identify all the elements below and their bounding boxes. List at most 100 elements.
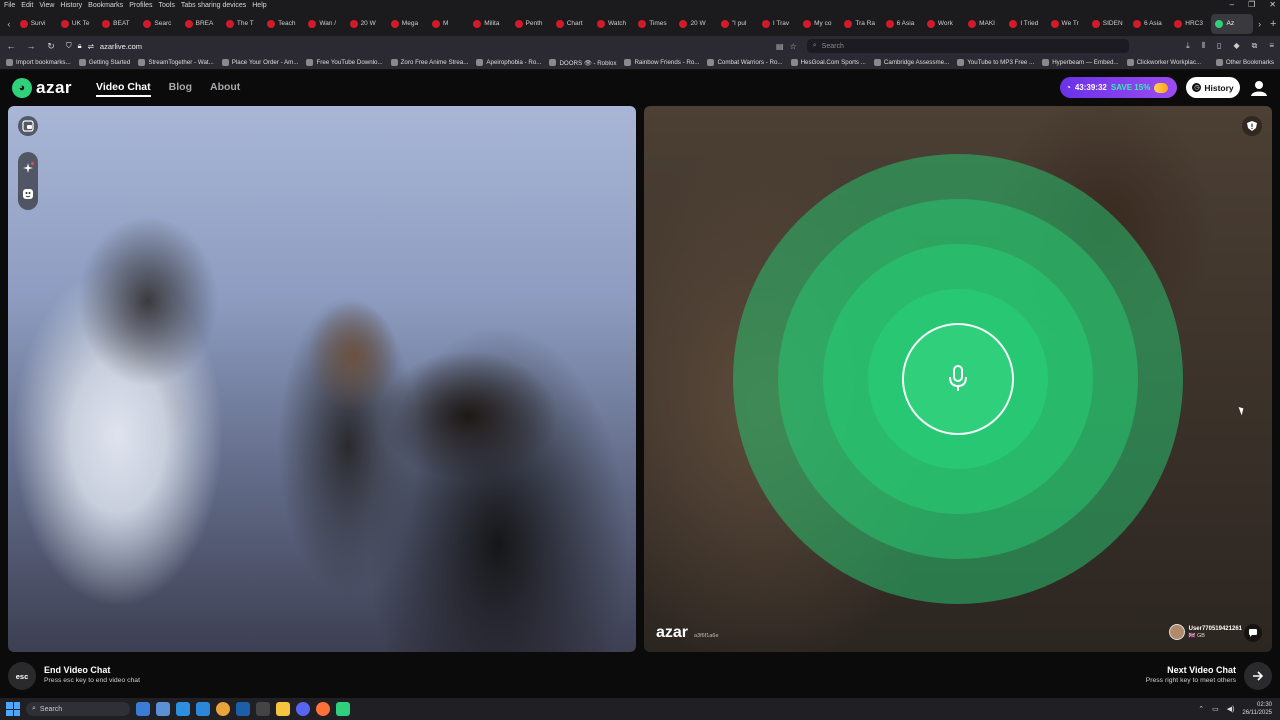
menu-view[interactable]: View <box>39 2 54 9</box>
extension-icon[interactable]: ◆ <box>1233 41 1239 51</box>
bookmark-item[interactable]: Import bookmarks... <box>6 59 71 66</box>
maximize-icon[interactable]: ❐ <box>1248 0 1255 9</box>
network-icon[interactable]: ▭ <box>1212 705 1219 713</box>
bookmark-item[interactable]: Rainbow Friends - Ro... <box>624 59 699 66</box>
bookmark-item[interactable]: Zoro Free Anime Strea... <box>390 59 468 66</box>
start-icon[interactable] <box>6 702 20 716</box>
browser-tab[interactable]: UK Te <box>57 14 98 34</box>
profile-icon[interactable] <box>1250 79 1268 97</box>
bookmark-star-icon[interactable]: ☆ <box>790 42 797 51</box>
task-view-icon[interactable] <box>136 702 150 716</box>
bookmark-item[interactable]: Cambridge Assessme... <box>873 59 949 66</box>
library-icon[interactable]: ⫴ <box>1202 41 1205 51</box>
taskbar-search[interactable]: ⌕ Search <box>26 702 130 716</box>
browser-tab[interactable]: Milita <box>469 14 510 34</box>
reload-icon[interactable]: ↻ <box>46 41 56 52</box>
close-window-icon[interactable]: ✕ <box>1269 0 1276 9</box>
terminal-icon[interactable] <box>256 702 270 716</box>
discord-icon[interactable] <box>296 702 310 716</box>
browser-tab[interactable]: My co <box>799 14 840 34</box>
browser-tab[interactable]: Chart <box>552 14 593 34</box>
report-shield-icon[interactable] <box>1242 116 1262 136</box>
bookmark-item[interactable]: Apeirophobia - Ro... <box>476 59 541 66</box>
end-chat-title[interactable]: End Video Chat <box>44 665 110 675</box>
browser-tab[interactable]: Work <box>923 14 964 34</box>
tab-scroll-left-icon[interactable]: ‹ <box>2 19 16 29</box>
browser-tab[interactable]: Watch <box>593 14 634 34</box>
store-icon[interactable] <box>196 702 210 716</box>
downloads-icon[interactable]: ⤓ <box>1186 41 1190 51</box>
chat-bubble-icon[interactable] <box>1244 624 1262 642</box>
bookmark-item[interactable]: Free YouTube Downlo... <box>306 59 383 66</box>
bookmark-item[interactable]: Place Your Order - Am... <box>221 59 298 66</box>
azar-logo[interactable]: ◕ azar <box>12 78 72 98</box>
bookmark-item[interactable]: DOORS 👁 - Roblox <box>549 59 616 67</box>
history-button[interactable]: ◷ History <box>1186 77 1240 98</box>
browser-tab[interactable]: MAKI <box>964 14 1005 34</box>
browser-tab[interactable]: 20 W <box>346 14 387 34</box>
other-bookmarks[interactable]: Other Bookmarks <box>1215 59 1274 66</box>
nav-about[interactable]: About <box>210 81 240 97</box>
clock[interactable]: 02:30 26/11/2025 <box>1242 701 1272 717</box>
browser-tab[interactable]: Teach <box>263 14 304 34</box>
end-chat-button[interactable]: esc <box>8 662 36 690</box>
menu-history[interactable]: History <box>60 2 82 9</box>
nav-blog[interactable]: Blog <box>169 81 192 97</box>
browser-tab[interactable]: Tra Ra <box>840 14 881 34</box>
steam-icon[interactable] <box>236 702 250 716</box>
browser-tab[interactable]: Times <box>634 14 675 34</box>
menu-tools[interactable]: Tools <box>159 2 175 9</box>
app-menu-icon[interactable]: ≡ <box>1269 41 1274 51</box>
sparkle-effects-icon[interactable] <box>22 162 34 174</box>
bookmark-item[interactable]: StreamTogether - Wat... <box>138 59 214 66</box>
browser-tab[interactable]: Wan / <box>304 14 345 34</box>
browser-tab[interactable]: I Trav <box>758 14 799 34</box>
nav-video-chat[interactable]: Video Chat <box>96 81 151 97</box>
next-chat-title[interactable]: Next Video Chat <box>1167 665 1236 675</box>
new-tab-icon[interactable]: + <box>1266 18 1280 30</box>
browser-tab[interactable]: BEAT <box>98 14 139 34</box>
azar-app-icon[interactable] <box>336 702 350 716</box>
search-input[interactable]: ⌕ Search <box>806 39 1129 53</box>
browser-tab[interactable]: M <box>428 14 469 34</box>
forward-icon[interactable]: → <box>26 41 36 51</box>
browser-tab[interactable]: 20 W <box>675 14 716 34</box>
browser-tab[interactable]: SIDEN <box>1088 14 1129 34</box>
browser-tab[interactable]: 6 Asia <box>882 14 923 34</box>
browser-tab[interactable]: BREA <box>181 14 222 34</box>
menu-edit[interactable]: Edit <box>21 2 33 9</box>
reader-view-icon[interactable]: ▤ <box>776 42 784 51</box>
browser-tab[interactable]: The T <box>222 14 263 34</box>
volume-icon[interactable]: ◀) <box>1227 705 1235 713</box>
menu-tabs-sharing[interactable]: Tabs sharing devices <box>181 2 246 9</box>
tab-scroll-right-icon[interactable]: › <box>1253 19 1267 29</box>
bookmark-item[interactable]: Combat Warriors - Ro... <box>707 59 783 66</box>
url-text[interactable]: azarlive.com <box>100 42 142 51</box>
sidebar-icon[interactable]: ▯ <box>1217 41 1221 51</box>
next-chat-button[interactable] <box>1244 662 1272 690</box>
menu-help[interactable]: Help <box>252 2 266 9</box>
bookmark-item[interactable]: YouTube to MP3 Free ... <box>957 59 1034 66</box>
browser-tab[interactable]: Searc <box>139 14 180 34</box>
bookmark-item[interactable]: Getting Started <box>78 59 130 66</box>
calculator-icon[interactable] <box>176 702 190 716</box>
extensions-puzzle-icon[interactable]: ⧉ <box>1252 41 1258 51</box>
file-explorer-icon[interactable] <box>276 702 290 716</box>
browser-tab[interactable]: "I pul <box>717 14 758 34</box>
browser-tab[interactable]: We Tr <box>1047 14 1088 34</box>
face-filter-icon[interactable] <box>22 188 34 200</box>
menu-file[interactable]: File <box>4 2 15 9</box>
permissions-icon[interactable]: ⇌ <box>88 42 94 51</box>
pip-icon[interactable] <box>18 116 38 136</box>
bookmark-item[interactable]: Hyperbeam — Embed... <box>1042 59 1119 66</box>
promo-button[interactable]: ◔ 43:39:32 SAVE 15% <box>1060 77 1177 98</box>
settings-icon[interactable] <box>156 702 170 716</box>
minimize-icon[interactable]: – <box>1230 0 1234 9</box>
microphone-button[interactable] <box>902 323 1014 435</box>
back-icon[interactable]: ← <box>6 41 16 51</box>
peer-info[interactable]: User770519421261 🇬🇧 GB <box>1168 624 1242 640</box>
browser-tab[interactable]: Mega <box>387 14 428 34</box>
browser-tab[interactable]: I Tried <box>1005 14 1046 34</box>
bookmark-item[interactable]: HesGoal.Com Sports ... <box>790 59 866 66</box>
menu-bookmarks[interactable]: Bookmarks <box>88 2 123 9</box>
